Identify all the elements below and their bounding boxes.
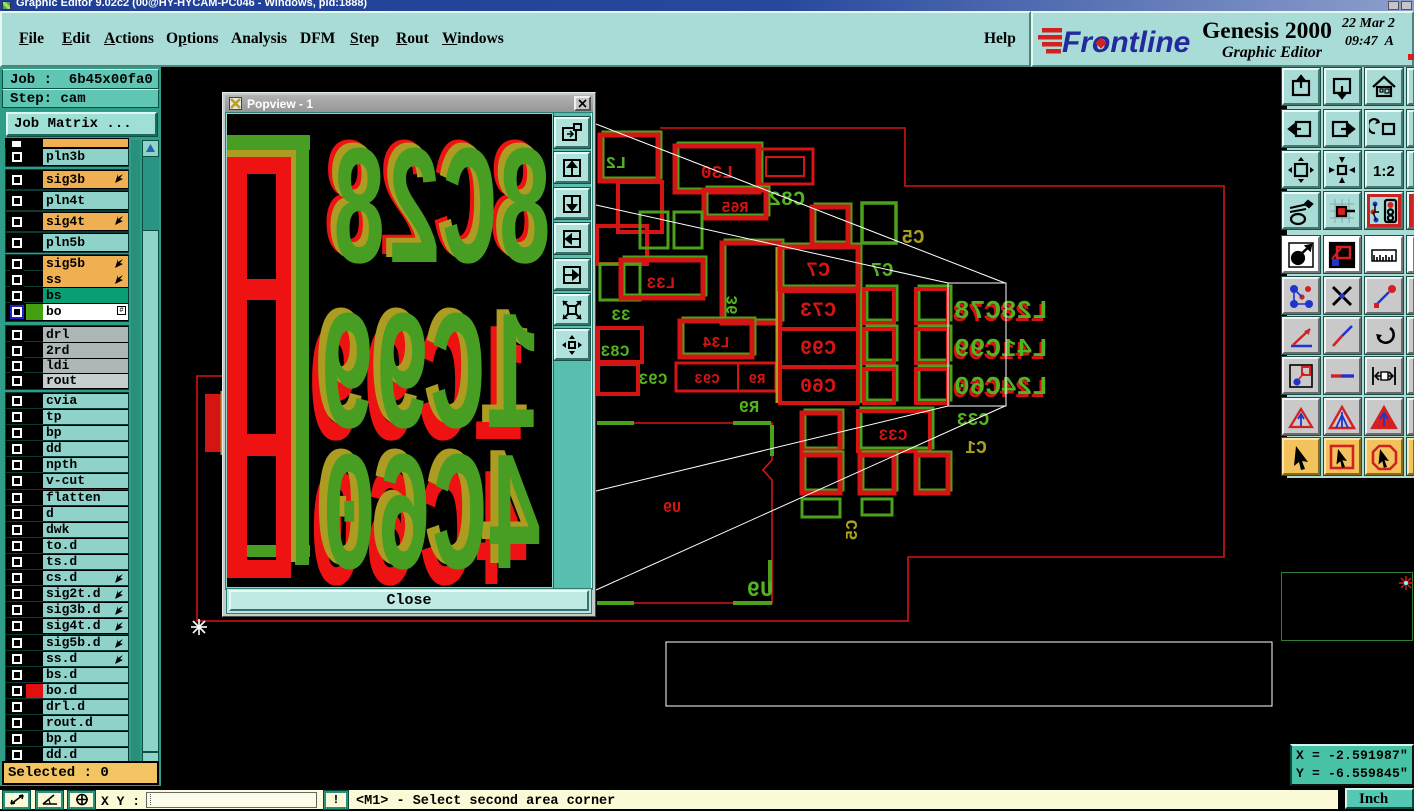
- svg-text:33: 33: [611, 307, 630, 325]
- svg-text:C7: C7: [806, 260, 830, 283]
- svg-text:C33: C33: [879, 427, 908, 445]
- svg-text:L24C60: L24C60: [954, 372, 1048, 402]
- svg-text:C33: C33: [957, 411, 989, 431]
- svg-text:C82: C82: [769, 189, 805, 212]
- svg-text:C1: C1: [965, 439, 987, 459]
- svg-text:R65: R65: [721, 200, 748, 217]
- svg-text:C99: C99: [800, 338, 836, 361]
- svg-text:L2: L2: [606, 155, 626, 174]
- svg-text:C7: C7: [871, 260, 894, 282]
- svg-text:U9: U9: [747, 578, 773, 603]
- svg-text:L41C99: L41C99: [954, 334, 1048, 364]
- svg-text:C73: C73: [800, 300, 836, 323]
- svg-text:U9: U9: [663, 500, 681, 517]
- svg-text:C5: C5: [902, 227, 925, 249]
- svg-text:L34: L34: [702, 335, 729, 352]
- svg-text:C93: C93: [694, 372, 719, 388]
- svg-text:C60: C60: [800, 376, 836, 399]
- svg-text:4C60: 4C60: [322, 427, 543, 587]
- svg-text:R9: R9: [749, 372, 766, 388]
- svg-text:C5: C5: [844, 520, 863, 540]
- svg-text:R9: R9: [739, 399, 759, 418]
- svg-text:C83: C83: [601, 343, 630, 361]
- svg-text:36: 36: [724, 295, 742, 314]
- svg-text:Frontline: Frontline: [1062, 26, 1190, 59]
- svg-text:C93: C93: [639, 371, 668, 389]
- svg-text:L28C78: L28C78: [954, 296, 1048, 326]
- svg-text:L33: L33: [647, 275, 676, 293]
- svg-text:1:2: 1:2: [1373, 163, 1395, 180]
